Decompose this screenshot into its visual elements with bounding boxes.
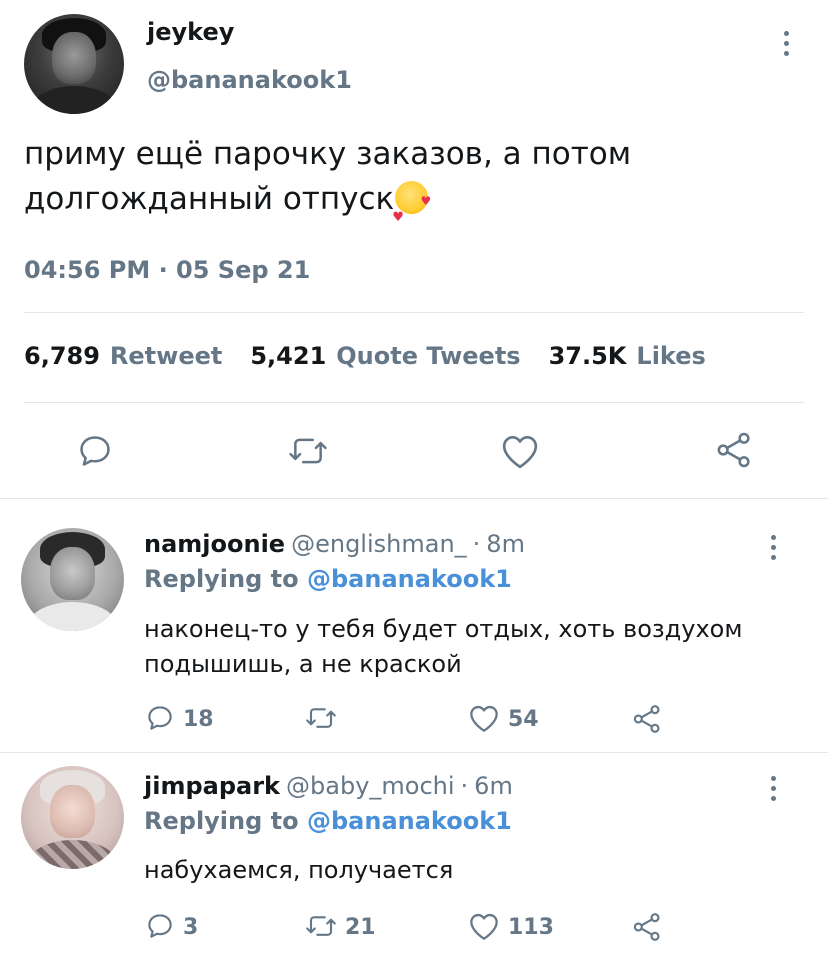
replying-to-link[interactable]: @bananakook1 [307, 807, 512, 835]
more-options-icon[interactable] [768, 535, 778, 560]
like-icon[interactable] [468, 703, 500, 733]
like-icon[interactable] [500, 432, 540, 470]
likes-label[interactable]: Likes [636, 342, 705, 370]
tweet-timestamp[interactable]: 04:56 PM · 05 Sep 21 [24, 256, 310, 284]
avatar-face [49, 546, 96, 601]
reply-display-name[interactable]: namjoonie [144, 530, 285, 558]
reply-icon[interactable] [76, 432, 114, 470]
reply-icon[interactable] [144, 703, 176, 733]
retweet-count: 21 [345, 915, 376, 940]
reply-count: 18 [183, 707, 214, 732]
replying-label: Replying to [144, 565, 299, 593]
replying-to: Replying to @bananakook1 [144, 565, 512, 593]
replying-to: Replying to @bananakook1 [144, 807, 512, 835]
avatar-shoulders [27, 840, 118, 869]
separator-dot: · [472, 530, 481, 558]
reply-display-name[interactable]: jimpapark [144, 772, 280, 800]
retweet-icon[interactable] [304, 911, 338, 941]
reply-handle[interactable]: @englishman_ [291, 530, 467, 558]
avatar-face [52, 32, 96, 84]
avatar[interactable] [21, 528, 124, 631]
replying-to-link[interactable]: @bananakook1 [307, 565, 512, 593]
replying-label: Replying to [144, 807, 299, 835]
retweets-label[interactable]: Retweet [110, 342, 222, 370]
tweet-body: приму ещё парочку заказов, а потом долго… [24, 132, 784, 240]
tweet-text: приму ещё парочку заказов, а потом долго… [24, 136, 632, 217]
share-icon[interactable] [631, 911, 663, 943]
tweet-display-name[interactable]: jeykey [147, 18, 234, 46]
reply-text: набухаемся, получается [144, 856, 454, 884]
reply-text: наконец-то у тебя будет отдых, хоть возд… [144, 615, 743, 678]
reply-handle[interactable]: @baby_mochi [286, 772, 455, 800]
divider [0, 752, 828, 753]
quotes-label[interactable]: Quote Tweets [336, 342, 520, 370]
reply-time[interactable]: 6m [474, 772, 513, 800]
reply-time[interactable]: 8m [486, 530, 525, 558]
like-icon[interactable] [468, 911, 500, 941]
retweet-icon[interactable] [287, 432, 329, 470]
more-options-icon[interactable] [768, 776, 778, 801]
likes-count: 37.5K [548, 342, 627, 370]
avatar-face [49, 784, 96, 839]
tweet-stats: 6,789 Retweet 5,421 Quote Tweets 37.5K Likes [24, 342, 706, 370]
reply-count: 3 [183, 915, 199, 940]
quotes-count: 5,421 [250, 342, 327, 370]
retweets-count: 6,789 [24, 342, 100, 370]
divider [24, 312, 804, 313]
tweet-handle[interactable]: @bananakook1 [147, 66, 352, 94]
like-count: 54 [508, 707, 539, 732]
smiling-face-with-hearts-icon [392, 179, 431, 240]
share-icon[interactable] [714, 430, 754, 470]
retweet-icon[interactable] [304, 703, 338, 733]
avatar-shoulders [27, 602, 118, 631]
avatar-shoulders [30, 86, 118, 114]
avatar[interactable] [24, 14, 124, 114]
separator-dot: · [460, 772, 469, 800]
like-count: 113 [508, 915, 554, 940]
divider [24, 402, 804, 403]
avatar[interactable] [21, 766, 124, 869]
more-options-icon[interactable] [781, 31, 791, 56]
reply-header: namjoonie @englishman_ · 8m [144, 530, 525, 558]
reply-header: jimpapark @baby_mochi · 6m [144, 772, 513, 800]
reply-icon[interactable] [144, 911, 176, 941]
share-icon[interactable] [631, 703, 663, 735]
divider [0, 498, 828, 499]
